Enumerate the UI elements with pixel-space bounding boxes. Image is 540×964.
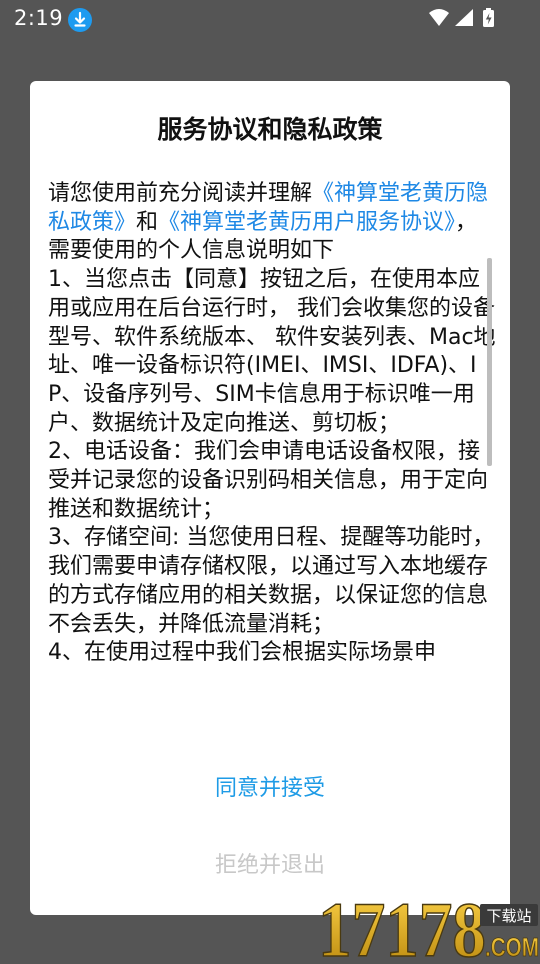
wifi-icon bbox=[429, 9, 449, 26]
status-time: 2:19 bbox=[14, 6, 64, 30]
download-icon bbox=[68, 8, 92, 32]
watermark-site: .COM bbox=[485, 932, 539, 960]
status-icons bbox=[428, 7, 500, 29]
intro-prefix: 请您使用前充分阅读并理解 bbox=[48, 181, 313, 206]
battery-charging-icon bbox=[483, 8, 494, 27]
clause-2: 2、电话设备：我们会申请电话设备权限，接受并记录您的设备识别码相关信息，用于定向… bbox=[48, 439, 489, 522]
dialog-content: 请您使用前充分阅读并理解《神算堂老黄历隐私政策》和《神算堂老黄历用户服务协议》，… bbox=[48, 180, 498, 668]
clause-4: 4、在使用过程中我们会根据实际场景申 bbox=[48, 640, 436, 666]
dialog-content-scroll[interactable]: 请您使用前充分阅读并理解《神算堂老黄历隐私政策》和《神算堂老黄历用户服务协议》，… bbox=[48, 180, 498, 817]
and-text: 和 bbox=[136, 209, 159, 235]
clause-3: 3、存储空间: 当您使用日程、提醒等功能时，我们需要申请存储权限，以通过写入本地… bbox=[48, 525, 495, 637]
watermark-number: 17178 bbox=[318, 886, 486, 960]
clause-1: 1、当您点击【同意】按钮之后，在使用本应用或应用在后台运行时， 我们会收集您的设… bbox=[48, 267, 496, 436]
status-bar: 2:19 bbox=[0, 0, 540, 36]
watermark-badge: 下载站 bbox=[486, 907, 531, 925]
dialog-title: 服务协议和隐私政策 bbox=[157, 115, 383, 144]
privacy-dialog: 服务协议和隐私政策 请您使用前充分阅读并理解《神算堂老黄历隐私政策》和《神算堂老… bbox=[30, 81, 510, 915]
service-agreement-link[interactable]: 《神算堂老黄历用户服务协议》 bbox=[158, 210, 455, 235]
site-watermark: 17178 下载站 .COM bbox=[317, 880, 540, 964]
content-scrollbar[interactable] bbox=[487, 258, 492, 466]
signal-icon bbox=[455, 9, 473, 26]
accept-button[interactable]: 同意并接受 bbox=[30, 769, 510, 809]
